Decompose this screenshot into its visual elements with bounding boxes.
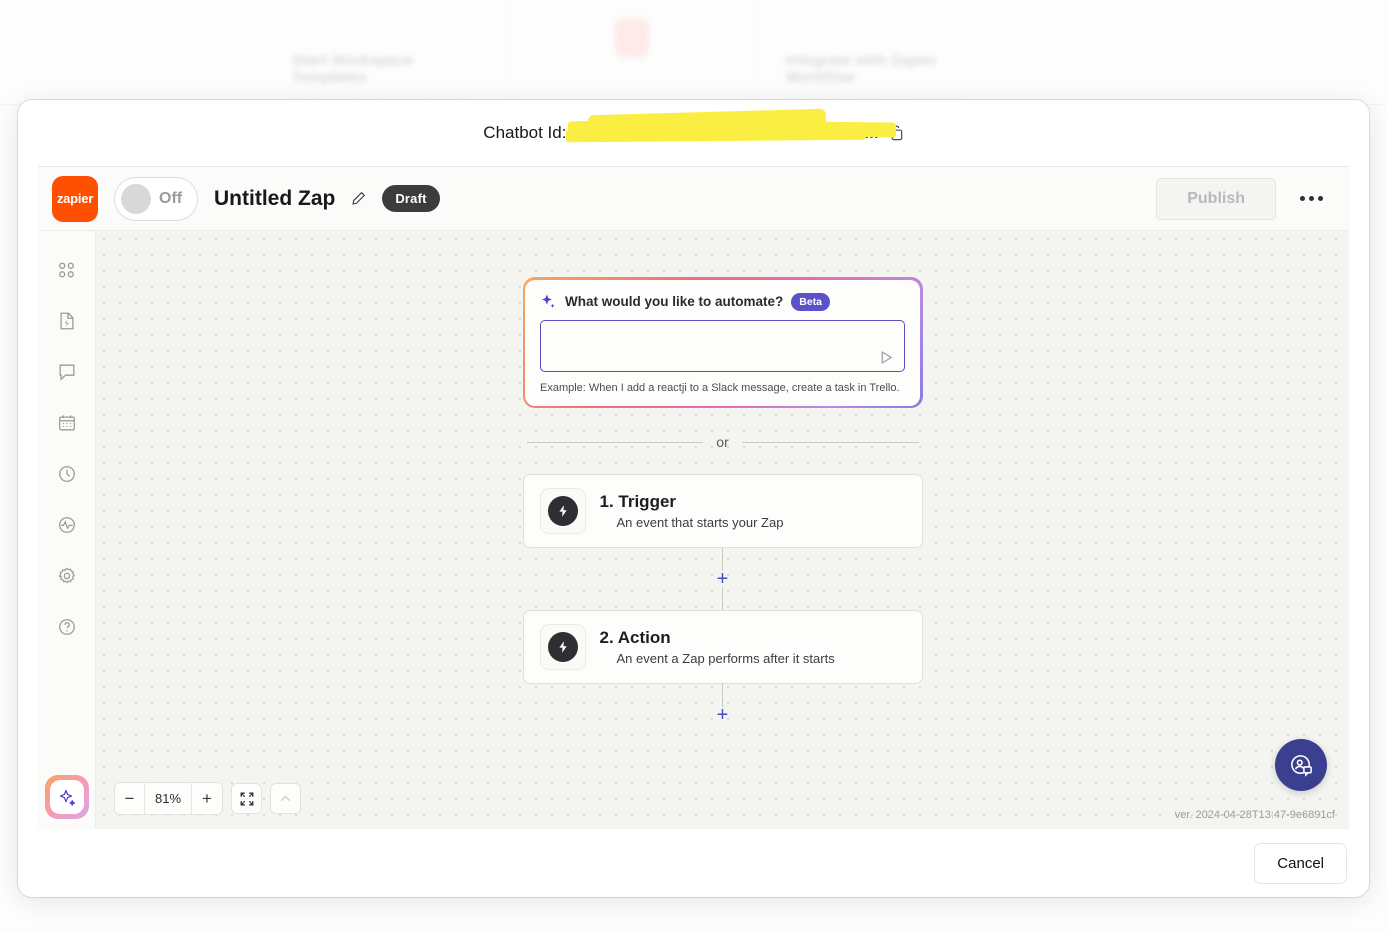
modal-footer: Cancel	[18, 829, 1369, 897]
step-title: 2. Action	[599, 628, 671, 647]
sidebar-item-help[interactable]	[45, 602, 89, 652]
chatbot-id: Chatbot Id: 720532...-65c4-46aa-b4..-bed…	[483, 108, 904, 143]
background-card-title: Integrate with Zapier Workflow	[786, 52, 937, 86]
step-icon	[539, 488, 586, 534]
zap-title[interactable]: Untitled Zap	[214, 187, 335, 211]
ai-card-header: What would you like to automate? Beta	[540, 292, 905, 311]
trigger-step[interactable]: 1. Trigger An event that starts your Zap	[522, 474, 923, 548]
zapier-editor: zapier Off Untitled Zap Draft Publish Wh…	[38, 166, 1349, 829]
sparkle-icon	[50, 780, 84, 814]
sidebar-item-history[interactable]	[45, 449, 89, 499]
fit-screen-icon[interactable]	[231, 783, 262, 814]
background-cards: Start Workspace Templates Browse and pic…	[262, 0, 1002, 132]
status-badge: Draft	[382, 185, 440, 212]
beta-badge: Beta	[791, 292, 831, 311]
sidebar-item-schedule[interactable]	[45, 398, 89, 448]
sidebar-item-drafts[interactable]	[45, 296, 89, 346]
divider-line-left	[526, 441, 704, 443]
send-arrow-icon[interactable]	[878, 349, 895, 366]
divider-line-right	[741, 441, 919, 443]
background-card-title: Start Workspace Templates	[292, 52, 414, 86]
zap-on-off-toggle[interactable]: Off	[114, 176, 198, 221]
zoom-group: − 81% +	[114, 782, 223, 815]
zapier-logo: zapier	[52, 175, 98, 222]
connector: +	[523, 684, 923, 725]
ai-prompt-input[interactable]	[540, 319, 905, 372]
zap-body: What would you like to automate? Beta Ex…	[38, 231, 1349, 829]
zap-toolbar: zapier Off Untitled Zap Draft Publish	[38, 167, 1349, 231]
cancel-button[interactable]: Cancel	[1254, 842, 1347, 884]
background-card: Start Workspace Templates Browse and pic…	[262, 0, 509, 132]
chatbot-id-label: Chatbot Id:	[483, 123, 567, 142]
zap-flow: What would you like to automate? Beta Ex…	[522, 277, 923, 725]
zoom-in-button[interactable]: +	[192, 783, 222, 814]
background-card: Integrate with Zapier Workflow Create au…	[756, 0, 1002, 132]
step-subtitle: An event that starts your Zap	[616, 515, 784, 530]
background-card	[509, 0, 756, 105]
step-title: 1. Trigger	[599, 492, 677, 511]
copy-icon[interactable]	[887, 125, 904, 142]
zap-sidebar	[38, 231, 96, 829]
modal-header: Chatbot Id: 720532...-65c4-46aa-b4..-bed…	[18, 100, 1369, 166]
background-app-icon	[615, 18, 649, 58]
toggle-label: Off	[159, 189, 183, 207]
action-step[interactable]: 2. Action An event a Zap performs after …	[522, 610, 923, 684]
version-label: ver. 2024-04-28T13:47-9e6891cf	[1174, 809, 1335, 821]
zap-canvas[interactable]: What would you like to automate? Beta Ex…	[96, 231, 1349, 829]
ai-prompt-card: What would you like to automate? Beta Ex…	[522, 277, 923, 408]
bolt-icon	[547, 496, 578, 526]
step-icon	[539, 624, 586, 670]
kebab-menu-icon[interactable]	[1292, 188, 1331, 209]
add-step-button[interactable]: +	[711, 569, 735, 589]
chevron-up-icon[interactable]	[270, 783, 301, 814]
sidebar-item-apps[interactable]	[45, 245, 89, 295]
support-chat-icon[interactable]	[1275, 739, 1327, 791]
sparkle-icon	[540, 293, 557, 310]
sidebar-item-settings[interactable]	[45, 551, 89, 601]
step-text: 2. Action An event a Zap performs after …	[600, 628, 835, 666]
sidebar-item-comments[interactable]	[45, 347, 89, 397]
ai-card-title: What would you like to automate?	[565, 294, 784, 309]
chatbot-id-value: 720532...-65c4-46aa-b4..-bed22014b...	[566, 108, 897, 143]
connector: +	[523, 548, 923, 610]
sidebar-item-activity[interactable]	[45, 500, 89, 550]
add-step-button[interactable]: +	[711, 705, 735, 725]
or-divider: or	[526, 434, 919, 450]
step-text: 1. Trigger An event that starts your Zap	[600, 492, 784, 530]
connector-line	[722, 587, 723, 610]
zoom-controls: − 81% +	[114, 782, 301, 815]
ai-sparkle-button[interactable]	[45, 775, 89, 819]
zoom-level[interactable]: 81%	[145, 783, 192, 814]
pencil-icon[interactable]	[351, 191, 366, 206]
bolt-icon	[547, 632, 578, 662]
step-subtitle: An event a Zap performs after it starts	[616, 651, 835, 666]
zoom-out-button[interactable]: −	[115, 783, 145, 814]
toggle-knob	[121, 183, 151, 214]
ai-example-text: Example: When I add a reactji to a Slack…	[540, 381, 900, 394]
publish-button[interactable]: Publish	[1156, 177, 1276, 220]
chatbot-modal: Chatbot Id: 720532...-65c4-46aa-b4..-bed…	[18, 100, 1369, 897]
divider-label: or	[716, 434, 729, 450]
